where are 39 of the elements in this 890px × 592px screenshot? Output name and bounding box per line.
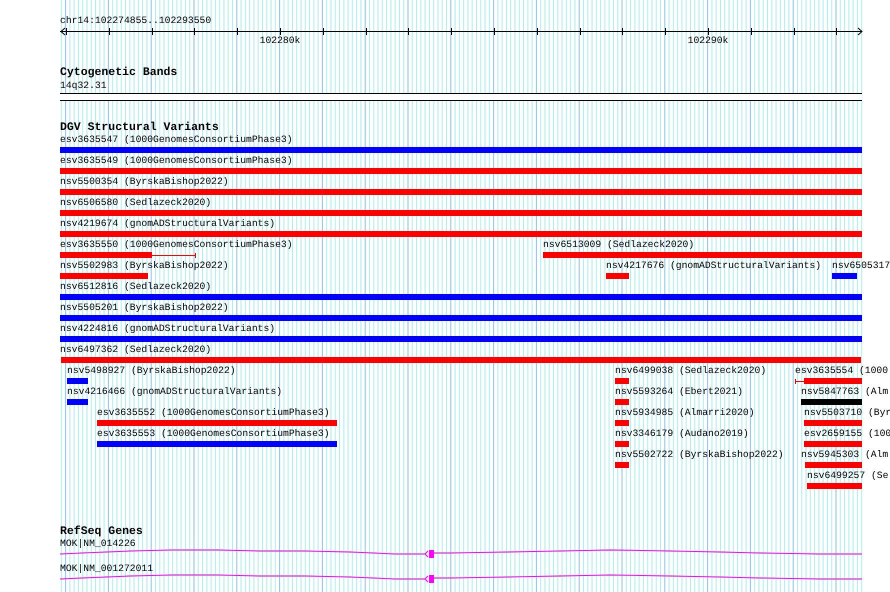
variant-label: nsv6512816 (Sedlazeck2020) <box>60 281 212 293</box>
variant-label: esv3635552 (1000GenomesConsortiumPhase3) <box>97 407 330 419</box>
band-label: 14q32.31 <box>60 80 107 92</box>
variant-label: nsv4224816 (gnomADStructuralVariants) <box>60 323 276 335</box>
variant-label: nsv6497362 (Sedlazeck2020) <box>60 344 212 356</box>
connector-line <box>152 252 196 258</box>
track-title: DGV Structural Variants <box>60 121 219 135</box>
variant-label: nsv4217676 (gnomADStructuralVariants) <box>606 260 822 272</box>
variant-label: nsv6499038 (Sedlazeck2020) <box>615 365 766 377</box>
variant-label: esv3635554 (1000 <box>795 365 888 377</box>
variant-label: nsv5500354 (ByrskaBishop2022) <box>60 176 229 188</box>
track-title: Cytogenetic Bands <box>60 66 178 80</box>
variant-label: esv3635550 (1000GenomesConsortiumPhase3) <box>60 239 293 251</box>
variant-label: nsv5498927 (ByrskaBishop2022) <box>67 365 236 377</box>
variant-label: nsv5934985 (Almarri2020) <box>615 407 755 419</box>
variant-label: esv3635553 (1000GenomesConsortiumPhase3) <box>97 428 330 440</box>
variant-label: nsv6513009 (Sedlazeck2020) <box>543 239 694 251</box>
variant-label: nsv6506580 (Sedlazeck2020) <box>60 197 212 209</box>
variant-label: nsv3346179 (Audano2019) <box>615 428 749 440</box>
variant-label: nsv5502983 (ByrskaBishop2022) <box>60 260 229 272</box>
variant-label: nsv6499257 (Se <box>807 470 888 482</box>
variant-label: nsv5503710 (Byr <box>804 407 890 419</box>
variant-label: nsv4216466 (gnomADStructuralVariants) <box>67 386 282 398</box>
tick-label: 102290k <box>688 35 728 47</box>
variant-label: nsv6505317 <box>832 260 890 272</box>
variant-label: esv3635549 (1000GenomesConsortiumPhase3) <box>60 155 293 167</box>
tick-label: 102280k <box>260 35 300 47</box>
variant-label: nsv5593264 (Ebert2021) <box>615 386 743 398</box>
variant-label: nsv4219674 (gnomADStructuralVariants) <box>60 218 276 230</box>
location-label: chr14:102274855..102293550 <box>60 15 212 27</box>
track-title: RefSeq Genes <box>60 525 143 539</box>
variant-label: nsv5847763 (Alm <box>801 386 888 398</box>
variant-label: nsv5505201 (ByrskaBishop2022) <box>60 302 229 314</box>
variant-label: nsv5502722 (ByrskaBishop2022) <box>615 449 784 461</box>
gene-label: MOK|NM_014226 <box>60 538 136 550</box>
variant-label: esv3635547 (1000GenomesConsortiumPhase3) <box>60 134 293 146</box>
connector-line <box>795 378 805 384</box>
variant-label: nsv5945303 (Alm <box>801 449 888 461</box>
gene-label: MOK|NM_001272011 <box>60 563 154 575</box>
